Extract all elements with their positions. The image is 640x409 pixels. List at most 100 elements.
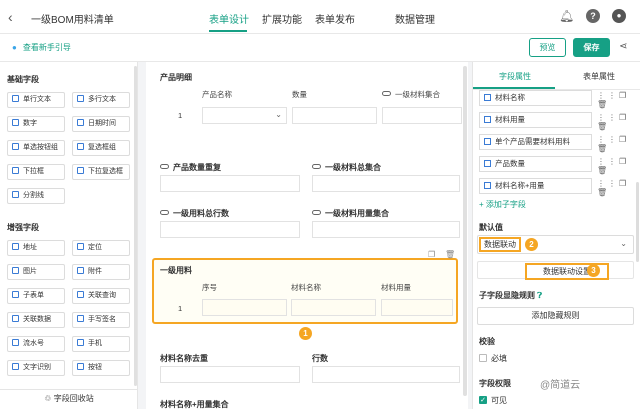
field-button[interactable]: 按钮	[72, 360, 130, 376]
tab-form-design[interactable]: 表单设计	[209, 11, 249, 26]
properties-panel: 字段属性 表单属性 材料名称 ⋮⋮❐🗑︎ 材料用量 ⋮⋮❐🗑︎ 单个产品需要材料…	[472, 62, 640, 409]
table-icon	[12, 291, 19, 298]
seq-input[interactable]	[202, 299, 287, 316]
panel-scrollbar[interactable]	[636, 182, 639, 262]
question-icon[interactable]: ❓︎	[537, 291, 542, 300]
field-radio-group[interactable]: 单选按钮组	[7, 140, 65, 156]
name-dedup-input[interactable]	[160, 366, 300, 383]
paperclip-icon	[77, 267, 84, 274]
field-phone[interactable]: 手机	[72, 336, 130, 352]
serial-icon	[12, 339, 19, 346]
subfield-actions[interactable]: ⋮⋮❐🗑︎	[597, 179, 640, 197]
tab-field-props[interactable]: 字段属性	[499, 71, 531, 82]
canvas-scrollbar[interactable]	[463, 66, 467, 396]
field-location[interactable]: 定位	[72, 240, 130, 256]
col-seq: 序号	[202, 283, 217, 292]
radio-icon	[12, 143, 19, 150]
level1-qty-set-label: 一级材料用量集合	[312, 208, 389, 219]
subfield-actions[interactable]: ⋮⋮❐🗑︎	[597, 113, 640, 131]
field-related-data[interactable]: 关联数据	[7, 312, 65, 328]
subfield-per-product[interactable]: 单个产品需要材料用料	[479, 134, 592, 150]
watermark: @简道云	[540, 380, 581, 391]
palette-scrollbar[interactable]	[134, 66, 137, 386]
guide-link[interactable]: ● 查看新手引导	[12, 42, 71, 53]
subtable-level1-material[interactable]: ❐ 🗑︎ 一级用料 序号 材料名称 材料用量 1	[152, 250, 458, 324]
add-hide-rule-button[interactable]: 添加隐藏规则	[477, 307, 634, 325]
quantity-input[interactable]	[292, 107, 377, 124]
field-divider[interactable]: 分割线	[7, 188, 65, 204]
preview-button[interactable]: 预览	[529, 38, 566, 57]
level1-total-input[interactable]	[312, 175, 460, 192]
share-icon[interactable]: ⋖	[619, 41, 627, 52]
subfield-actions[interactable]: ⋮⋮❐🗑︎	[597, 157, 640, 175]
field-single-line-text[interactable]: 单行文本	[7, 92, 65, 108]
tab-extensions[interactable]: 扩展功能	[262, 11, 302, 26]
col-product-name: 产品名称	[202, 90, 232, 99]
search-icon	[77, 291, 84, 298]
link-icon	[12, 315, 19, 322]
field-recycle-bin[interactable]: ♲ 字段回收站	[0, 389, 138, 409]
field-signature[interactable]: 手写签名	[72, 312, 130, 328]
subfield-actions[interactable]: ⋮⋮❐🗑︎	[597, 91, 640, 109]
number-icon	[484, 160, 491, 167]
button-icon	[77, 363, 84, 370]
level1-total-label: 一级材料总集合	[312, 162, 381, 173]
recycle-label: 字段回收站	[53, 394, 94, 403]
address-icon	[12, 243, 19, 250]
add-subfield-link[interactable]: + 添加子字段	[479, 199, 526, 210]
tab-publish[interactable]: 表单发布	[315, 11, 355, 26]
subfield-material-name[interactable]: 材料名称	[479, 90, 592, 106]
pen-icon	[77, 315, 84, 322]
subfield-name-qty[interactable]: 材料名称+用量	[479, 178, 592, 194]
field-subform[interactable]: 子表单	[7, 288, 65, 304]
field-ocr[interactable]: 文字识别	[7, 360, 65, 376]
field-attachment[interactable]: 附件	[72, 264, 130, 280]
link-icon	[382, 91, 391, 96]
field-dropdown-multi[interactable]: 下拉复选框	[72, 164, 130, 180]
field-datetime[interactable]: 日期时间	[72, 116, 130, 132]
visible-checkbox[interactable]: ✓	[479, 396, 487, 404]
bell-icon[interactable]: 🔔︎	[559, 9, 574, 23]
required-checkbox[interactable]	[479, 354, 487, 362]
trash-icon[interactable]: 🗑︎	[445, 250, 455, 259]
material-qty-input[interactable]	[381, 299, 453, 316]
subfield-material-qty[interactable]: 材料用量	[479, 112, 592, 128]
material-name-input[interactable]	[291, 299, 376, 316]
required-label: 必填	[491, 354, 507, 363]
default-value-select[interactable]: 数据联动 ⌄	[477, 235, 634, 254]
row-count-input[interactable]	[312, 366, 460, 383]
field-serial-number[interactable]: 流水号	[7, 336, 65, 352]
subfield-actions[interactable]: ⋮⋮❐🗑︎	[597, 135, 640, 153]
field-dropdown[interactable]: 下拉框	[7, 164, 65, 180]
tab-form-props[interactable]: 表单属性	[583, 71, 615, 82]
chevron-down-icon: ⌄	[620, 239, 627, 248]
copy-icon[interactable]: ❐	[428, 250, 435, 259]
text-icon	[484, 94, 491, 101]
chevron-left-icon[interactable]: ‹	[8, 9, 13, 25]
field-multi-line-text[interactable]: 多行文本	[72, 92, 130, 108]
row-count-label: 行数	[312, 354, 328, 363]
field-permission-title: 字段权限	[479, 379, 511, 388]
tab-data-management[interactable]: 数据管理	[395, 11, 435, 26]
image-icon	[12, 267, 19, 274]
lightbulb-icon: ●	[12, 43, 17, 52]
name-dedup-label: 材料名称去重	[160, 354, 208, 363]
level1-qty-set-input[interactable]	[312, 221, 460, 238]
field-number[interactable]: 数字	[7, 116, 65, 132]
field-related-query[interactable]: 关联查询	[72, 288, 130, 304]
level1-rows-input[interactable]	[160, 221, 300, 238]
divider-icon	[12, 191, 19, 198]
level1-set-input[interactable]	[382, 107, 462, 124]
annotation-badge-2: 2	[525, 238, 538, 251]
subfield-product-qty[interactable]: 产品数量	[479, 156, 592, 172]
annotation-badge-3: 3	[587, 264, 600, 277]
user-avatar-icon[interactable]: ●	[612, 9, 626, 23]
save-button[interactable]: 保存	[573, 38, 610, 57]
text-icon	[484, 182, 491, 189]
help-icon[interactable]: ?	[586, 9, 600, 23]
qty-repeat-input[interactable]	[160, 175, 300, 192]
product-name-select[interactable]: ⌄	[202, 107, 287, 124]
field-address[interactable]: 地址	[7, 240, 65, 256]
field-image[interactable]: 图片	[7, 264, 65, 280]
field-checkbox-group[interactable]: 复选框组	[72, 140, 130, 156]
